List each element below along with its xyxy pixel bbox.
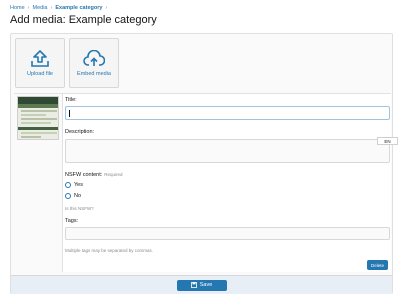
breadcrumb-category[interactable]: Example category xyxy=(55,5,102,11)
embed-media-label: Embed media xyxy=(77,70,111,77)
breadcrumb-media[interactable]: Media xyxy=(33,5,48,11)
save-button[interactable]: Save xyxy=(176,279,227,291)
save-label: Save xyxy=(199,282,213,288)
breadcrumb: Home › Media › Example category › xyxy=(10,5,107,11)
thumbnail-image xyxy=(18,97,58,138)
nsfw-label: NSFW content: Required xyxy=(65,172,123,178)
save-icon xyxy=(190,282,197,288)
breadcrumb-separator: › xyxy=(50,5,53,11)
nsfw-yes-label: Yes xyxy=(74,182,83,188)
description-label: Description: xyxy=(65,129,95,135)
tags-hint: Multiple tags may be separated by commas… xyxy=(65,248,154,253)
page-title: Add media: Example category xyxy=(10,14,157,26)
delete-button[interactable]: Delete xyxy=(367,260,388,270)
media-thumbnail xyxy=(17,96,59,140)
radio-button[interactable] xyxy=(65,193,71,199)
media-item-row: Title: Description: NSFW content: Require… xyxy=(14,93,391,272)
form-footer: Save xyxy=(11,275,392,294)
title-label: Title: xyxy=(65,97,77,103)
required-marker: Required xyxy=(104,172,123,177)
cloud-upload-icon xyxy=(83,49,105,66)
nsfw-no-label: No xyxy=(74,193,82,199)
nsfw-hint: Is this NSFW? xyxy=(65,206,94,211)
text-caret xyxy=(69,110,70,117)
tags-input[interactable] xyxy=(65,227,390,240)
embed-media-button[interactable]: Embed media xyxy=(69,38,119,88)
breadcrumb-home[interactable]: Home xyxy=(10,5,25,11)
nsfw-yes-option[interactable]: Yes xyxy=(65,182,83,188)
upload-icon xyxy=(31,49,49,67)
breadcrumb-separator: › xyxy=(27,5,30,11)
nsfw-no-option[interactable]: No xyxy=(65,193,81,199)
upload-file-label: Upload file xyxy=(27,70,53,77)
breadcrumb-separator: › xyxy=(105,5,108,11)
description-textarea[interactable] xyxy=(65,139,390,163)
title-input[interactable] xyxy=(65,106,390,120)
radio-button[interactable] xyxy=(65,182,71,188)
nsfw-label-text: NSFW content: xyxy=(65,172,103,178)
media-form: Title: Description: NSFW content: Require… xyxy=(62,94,391,272)
upload-file-button[interactable]: Upload file xyxy=(15,38,65,88)
language-badge[interactable]: EN xyxy=(377,137,398,145)
add-media-block: Upload file Embed media Title: Descripti… xyxy=(10,33,393,294)
tags-label: Tags: xyxy=(65,218,79,224)
